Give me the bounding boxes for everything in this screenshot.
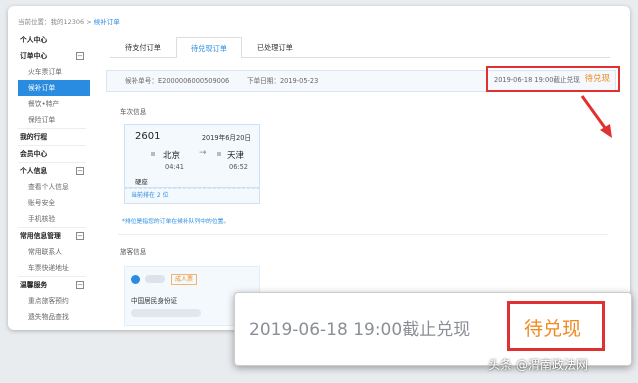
sidebar-item-label: 常用联系人 xyxy=(28,248,62,256)
collapse-toggle-icon[interactable]: − xyxy=(76,167,84,175)
id-type: 中国居民身份证 xyxy=(131,297,178,305)
sidebar-item[interactable]: 车票快递地址 xyxy=(14,260,90,276)
ticket-card: 2601 2019年6月20日 北京 → 天津 04:41 06:52 硬座 xyxy=(124,124,260,188)
origin-marker-icon xyxy=(151,152,155,156)
sidebar-item[interactable]: 温馨服务 − xyxy=(14,277,90,293)
sidebar-item[interactable]: 候补订单 xyxy=(18,80,90,96)
sidebar-item-label: 车票快递地址 xyxy=(28,264,69,272)
sidebar-item[interactable]: 查看个人信息 xyxy=(14,179,90,195)
order-date: 下单日期：2019-05-23 xyxy=(247,77,319,85)
sidebar-item-label: 查看个人信息 xyxy=(28,183,69,191)
app-window: 当前位置：我的12306 > 候补订单 个人中心 订单中心 − 火车票订单 候补订单 餐饮… xyxy=(8,6,630,330)
collapse-toggle-icon[interactable]: − xyxy=(76,232,84,240)
sidebar-item[interactable]: 我的行程 xyxy=(14,129,90,145)
breadcrumb-current[interactable]: 候补订单 xyxy=(94,18,120,26)
sidebar-item[interactable]: 会员中心 xyxy=(14,146,90,162)
arrow-right-icon: → xyxy=(199,148,207,158)
destination-marker-icon xyxy=(217,152,221,156)
arrive-time: 06:52 xyxy=(229,163,249,171)
sidebar-item-label: 我的行程 xyxy=(20,133,48,141)
queue-position: 当前排在 2 位 xyxy=(124,188,260,204)
passenger-info-title: 旅客信息 xyxy=(120,248,147,256)
zoomed-highlight-box: 待兑现 xyxy=(507,301,605,351)
sidebar-item-label: 订单中心 xyxy=(20,52,48,60)
sidebar-item[interactable]: 订单中心 − xyxy=(14,48,90,64)
id-number-masked xyxy=(131,309,201,317)
section-divider xyxy=(118,234,608,235)
passenger-name-masked xyxy=(145,275,165,283)
zoomed-status: 待兑现 xyxy=(524,318,582,340)
travel-date: 2019年6月20日 xyxy=(201,134,251,142)
ticket-type-badge: 成人票 xyxy=(171,274,198,285)
seat-type: 硬座 xyxy=(135,178,148,186)
sidebar-item-label: 常用信息管理 xyxy=(20,232,61,240)
from-station: 北京 xyxy=(163,151,181,161)
order-number: 候补单号：E2000006000509006 xyxy=(125,77,230,85)
sidebar-item[interactable]: 保险订单 xyxy=(14,112,90,128)
sidebar-item[interactable]: 手机核验 xyxy=(14,211,90,227)
collapse-toggle-icon[interactable]: − xyxy=(76,281,84,289)
sidebar-item[interactable]: 个人中心 xyxy=(14,32,90,48)
collapse-toggle-icon[interactable]: − xyxy=(76,52,84,60)
sidebar-item[interactable]: 餐饮•特产 xyxy=(14,96,90,112)
depart-time: 04:41 xyxy=(165,163,185,171)
queue-note: *排位是指您的订单在候补队列中的位置。 xyxy=(122,219,230,225)
tab-processed[interactable]: 已处理订单 xyxy=(242,36,308,57)
sidebar-item-label: 候补订单 xyxy=(28,84,56,92)
tab-pending-fulfillment[interactable]: 待兑现订单 xyxy=(175,37,242,58)
sidebar-item-label: 账号安全 xyxy=(28,199,56,207)
to-station: 天津 xyxy=(227,151,245,161)
breadcrumb-prefix: 当前位置：我的12306 > xyxy=(18,18,94,26)
main-content: 待支付订单 待兑现订单 已处理订单 候补单号：E2000006000509006… xyxy=(100,28,624,330)
sidebar-item[interactable]: 重点旅客预约 xyxy=(14,293,90,309)
order-tabs: 待支付订单 待兑现订单 已处理订单 xyxy=(110,36,610,58)
deadline-text: 2019-06-18 19:00截止兑现 xyxy=(494,76,580,84)
sidebar-item-label: 保险订单 xyxy=(28,116,56,124)
train-number: 2601 xyxy=(135,131,161,142)
sidebar-item[interactable]: 遗失物品查找 xyxy=(14,309,90,325)
tab-pending-payment[interactable]: 待支付订单 xyxy=(110,36,176,57)
sidebar: 个人中心订单中心 − 火车票订单候补订单餐饮•特产保险订单我的行程会员中心个人信息 −… xyxy=(14,32,90,330)
status-highlight-box: 2019-06-18 19:00截止兑现 待兑现 xyxy=(486,66,620,92)
status-badge: 待兑现 xyxy=(584,74,610,84)
sidebar-item[interactable]: 账号安全 xyxy=(14,195,90,211)
sidebar-item-label: 个人中心 xyxy=(20,36,48,44)
zoomed-deadline: 2019-06-18 19:00截止兑现 xyxy=(249,320,471,340)
sidebar-item[interactable]: 火车票订单 xyxy=(14,64,90,80)
sidebar-item-label: 火车票订单 xyxy=(28,68,62,76)
sidebar-item[interactable]: 常用联系人 xyxy=(14,244,90,260)
sidebar-item-label: 个人信息 xyxy=(20,167,48,175)
sidebar-item-label: 餐饮•特产 xyxy=(28,100,60,108)
user-avatar-icon xyxy=(131,275,140,284)
sidebar-item[interactable]: 常用信息管理 − xyxy=(14,228,90,244)
sidebar-item-label: 温馨服务 xyxy=(20,281,48,289)
sidebar-item-label: 重点旅客预约 xyxy=(28,297,69,305)
zoomed-status-panel: 2019-06-18 19:00截止兑现 待兑现 xyxy=(234,292,632,366)
train-info-title: 车次信息 xyxy=(120,108,147,116)
sidebar-item-label: 会员中心 xyxy=(20,150,48,158)
sidebar-item-label: 手机核验 xyxy=(28,215,56,223)
breadcrumb: 当前位置：我的12306 > 候补订单 xyxy=(18,16,120,26)
sidebar-item-label: 遗失物品查找 xyxy=(28,313,69,321)
watermark: 头条 @渭南政法网 xyxy=(488,358,588,372)
sidebar-item[interactable]: 个人信息 − xyxy=(14,163,90,179)
